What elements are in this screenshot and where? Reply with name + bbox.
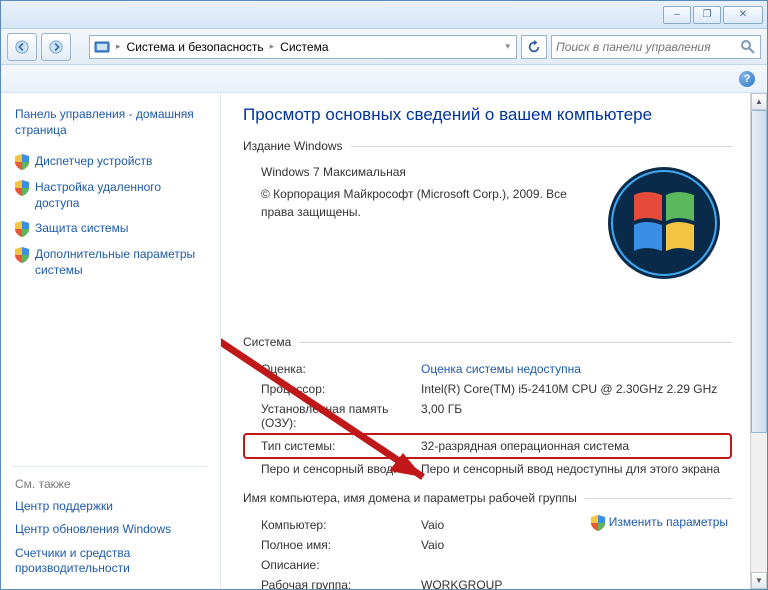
system-group: Система Оценка: Оценка системы недоступн…: [243, 335, 732, 485]
minimize-button[interactable]: –: [663, 6, 691, 24]
property-row: Процессор: Intel(R) Core(TM) i5-2410M CP…: [243, 379, 732, 399]
property-row-highlighted: Тип системы: 32-разрядная операционная с…: [243, 433, 732, 459]
property-label: Перо и сенсорный ввод:: [261, 462, 421, 476]
property-label: Процессор:: [261, 382, 421, 396]
page-heading: Просмотр основных сведений о вашем компь…: [243, 105, 732, 125]
see-also-link[interactable]: Центр обновления Windows: [1, 518, 220, 542]
refresh-icon: [527, 40, 541, 54]
scroll-thumb[interactable]: [751, 110, 767, 433]
rating-link[interactable]: Оценка системы недоступна: [421, 362, 581, 376]
arrow-left-icon: [15, 40, 29, 54]
property-label: Тип системы:: [261, 439, 421, 453]
property-label: Компьютер:: [261, 518, 421, 532]
change-settings-label: Изменить параметры: [609, 515, 728, 529]
dropdown-icon[interactable]: ▾: [503, 41, 512, 52]
property-label: Описание:: [261, 558, 421, 572]
shield-icon: [591, 515, 605, 531]
sidebar-task-label: Защита системы: [35, 221, 128, 237]
property-value: Vaio: [421, 518, 591, 532]
sidebar-task-label: Настройка удаленного доступа: [35, 180, 208, 211]
forward-button[interactable]: [41, 33, 71, 61]
shield-icon: [15, 180, 29, 196]
property-row: Установленная память (ОЗУ): 3,00 ГБ: [243, 399, 732, 433]
property-label: Оценка:: [261, 362, 421, 376]
breadcrumb-separator: ▸: [268, 41, 277, 52]
edition-group: Издание Windows Windows 7 Максимальная ©…: [243, 139, 732, 289]
property-row: Рабочая группа: WORKGROUP: [243, 575, 732, 589]
scroll-up-button[interactable]: ▲: [751, 93, 767, 110]
change-settings-link[interactable]: Изменить параметры: [591, 515, 728, 531]
windows-edition: Windows 7 Максимальная: [261, 163, 596, 181]
property-row: Компьютер: Vaio: [243, 515, 591, 535]
address-bar[interactable]: ▸ Система и безопасность ▸ Система ▾: [89, 35, 517, 59]
see-also-link[interactable]: Счетчики и средства производительности: [1, 542, 220, 581]
edition-legend: Издание Windows: [243, 139, 351, 153]
property-value: 3,00 ГБ: [421, 402, 732, 416]
property-label: Полное имя:: [261, 538, 421, 552]
sidebar-task-device-manager[interactable]: Диспетчер устройств: [1, 150, 220, 176]
vertical-scrollbar[interactable]: ▲ ▼: [750, 93, 767, 589]
close-button[interactable]: ✕: [723, 6, 763, 24]
property-label: Установленная память (ОЗУ):: [261, 402, 421, 430]
see-also-heading: См. также: [1, 471, 220, 495]
breadcrumb-item[interactable]: Система: [280, 40, 328, 54]
property-label: Рабочая группа:: [261, 578, 421, 589]
sidebar: Панель управления - домашняя страница Ди…: [1, 93, 221, 589]
copyright-text: © Корпорация Майкрософт (Microsoft Corp.…: [261, 185, 596, 221]
search-input[interactable]: [556, 40, 740, 54]
domain-legend: Имя компьютера, имя домена и параметры р…: [243, 491, 585, 505]
toolbar: ?: [1, 65, 767, 93]
property-value: Vaio: [421, 538, 732, 552]
breadcrumb-separator: ▸: [114, 41, 123, 52]
control-panel-icon: [94, 39, 110, 55]
property-value: WORKGROUP: [421, 578, 732, 589]
shield-icon: [15, 154, 29, 170]
windows-logo: [604, 163, 724, 283]
maximize-button[interactable]: ❐: [693, 6, 721, 24]
content-pane: Просмотр основных сведений о вашем компь…: [221, 93, 750, 589]
system-legend: Система: [243, 335, 299, 349]
sidebar-task-label: Диспетчер устройств: [35, 154, 152, 170]
search-icon: [740, 39, 756, 55]
scroll-track[interactable]: [751, 110, 767, 572]
sidebar-task-label: Дополнительные параметры системы: [35, 247, 208, 278]
refresh-button[interactable]: [521, 35, 547, 59]
scroll-down-button[interactable]: ▼: [751, 572, 767, 589]
see-also-link[interactable]: Центр поддержки: [1, 495, 220, 519]
property-row: Полное имя: Vaio: [243, 535, 732, 555]
sidebar-task-remote[interactable]: Настройка удаленного доступа: [1, 176, 220, 217]
property-row: Описание:: [243, 555, 732, 575]
shield-icon: [15, 247, 29, 263]
help-button[interactable]: ?: [739, 71, 755, 87]
search-box[interactable]: [551, 35, 761, 59]
property-value: Перо и сенсорный ввод недоступны для это…: [421, 462, 732, 476]
shield-icon: [15, 221, 29, 237]
control-panel-home-link[interactable]: Панель управления - домашняя страница: [1, 103, 220, 150]
property-row: Перо и сенсорный ввод: Перо и сенсорный …: [243, 459, 732, 479]
navbar: ▸ Система и безопасность ▸ Система ▾: [1, 29, 767, 65]
back-button[interactable]: [7, 33, 37, 61]
titlebar: – ❐ ✕: [1, 1, 767, 29]
property-value: Intel(R) Core(TM) i5-2410M CPU @ 2.30GHz…: [421, 382, 732, 396]
arrow-right-icon: [49, 40, 63, 54]
domain-group: Имя компьютера, имя домена и параметры р…: [243, 491, 732, 589]
property-value: 32-разрядная операционная система: [421, 439, 726, 453]
property-row: Оценка: Оценка системы недоступна: [243, 359, 732, 379]
sidebar-task-advanced[interactable]: Дополнительные параметры системы: [1, 243, 220, 284]
sidebar-task-protection[interactable]: Защита системы: [1, 217, 220, 243]
breadcrumb-item[interactable]: Система и безопасность: [127, 40, 264, 54]
